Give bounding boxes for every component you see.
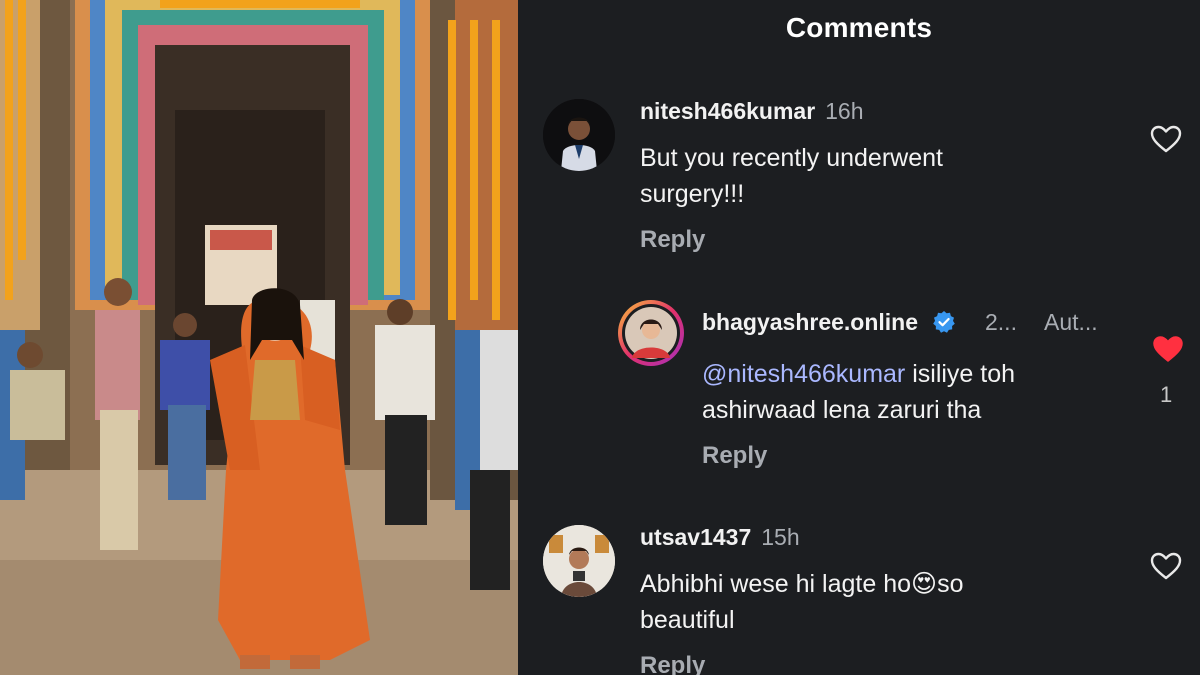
- comment-text-fragment: Abhibhi wese hi lagte ho: [640, 570, 912, 598]
- avatar-image: [543, 525, 615, 597]
- comment-text-line: surgery!!!: [640, 180, 745, 208]
- username-text[interactable]: utsav1437: [640, 524, 751, 550]
- heart-eyes-emoji: 😍: [911, 570, 938, 598]
- comment-text-fragment: isiliye toh: [905, 360, 1016, 388]
- username-text[interactable]: nitesh466kumar: [640, 98, 815, 124]
- reply-button[interactable]: Reply: [640, 652, 705, 675]
- heart-filled-icon[interactable]: [1151, 334, 1185, 364]
- post-photo: [0, 0, 518, 675]
- heart-outline-icon[interactable]: [1149, 551, 1183, 581]
- panel-title: Comments: [785, 12, 933, 43]
- like-count: 1: [1160, 382, 1173, 407]
- comments-panel: Comments nitesh466kumar 16h But you recen…: [518, 0, 1200, 675]
- avatar-image: [543, 99, 615, 171]
- comment-text-fragment: so: [937, 570, 964, 598]
- comment-username[interactable]: utsav1437 15h: [640, 524, 800, 551]
- mention-link[interactable]: @nitesh466kumar: [702, 360, 905, 388]
- comment-text-line: beautiful: [640, 606, 735, 634]
- avatar[interactable]: [618, 300, 684, 366]
- reply-button[interactable]: Reply: [702, 442, 767, 470]
- screen: Comments nitesh466kumar 16h But you recen…: [0, 0, 1200, 675]
- avatar-image: [622, 304, 680, 362]
- heart-outline-icon[interactable]: [1149, 124, 1183, 154]
- reply-button[interactable]: Reply: [640, 226, 705, 254]
- comment-time: 16h: [825, 98, 864, 124]
- author-label: Aut...: [1044, 309, 1098, 335]
- comment-text: @nitesh466kumar isiliye toh ashirwaad le…: [702, 356, 1122, 428]
- comment-text: Abhibhi wese hi lagte ho😍so beautiful: [640, 566, 1080, 638]
- username-text[interactable]: bhagyashree.online: [702, 309, 918, 335]
- comment-text-line: ashirwaad lena zaruri tha: [702, 396, 982, 424]
- avatar[interactable]: [543, 525, 615, 597]
- avatar[interactable]: [543, 99, 615, 171]
- comment-time: 2...: [985, 309, 1017, 335]
- comment-text: But you recently underwent surgery!!!: [640, 140, 1080, 212]
- comment-time: 15h: [761, 524, 800, 550]
- comment-username[interactable]: nitesh466kumar 16h: [640, 98, 864, 125]
- comment-text-line: @nitesh466kumar isiliye toh: [702, 356, 1122, 392]
- temple-photo-illustration: [0, 0, 518, 675]
- verified-badge-icon: [933, 311, 956, 333]
- comment-text-line: But you recently underwent: [640, 144, 943, 172]
- comment-username[interactable]: bhagyashree.online: [702, 309, 956, 336]
- comment-text-line: Abhibhi wese hi lagte ho😍so: [640, 566, 1080, 602]
